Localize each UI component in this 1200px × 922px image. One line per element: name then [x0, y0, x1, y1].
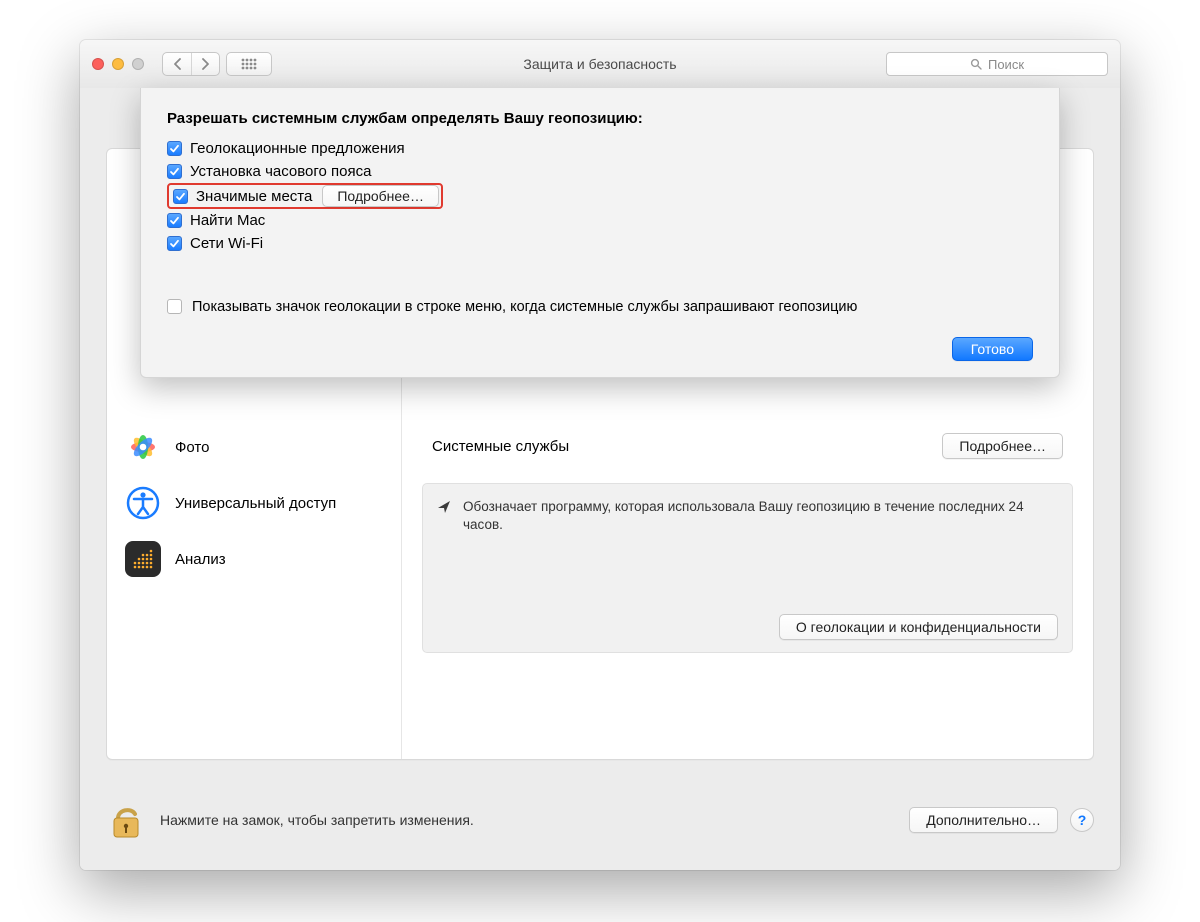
lock-footer: Нажмите на замок, чтобы запретить измене…	[106, 790, 1094, 850]
close-window-icon[interactable]	[92, 58, 104, 70]
service-row-time-zone[interactable]: Установка часового пояса	[167, 160, 1033, 183]
photos-icon	[125, 429, 161, 465]
sheet-heading: Разрешать системным службам определять В…	[167, 110, 1033, 127]
search-placeholder: Поиск	[988, 57, 1024, 72]
zoom-window-icon[interactable]	[132, 58, 144, 70]
show-location-icon-row[interactable]: Показывать значок геолокации в строке ме…	[167, 299, 1033, 315]
checkbox-checked-icon[interactable]	[167, 213, 182, 228]
sidebar-item-label: Фото	[175, 439, 209, 456]
window-controls	[92, 58, 144, 70]
checkbox-checked-icon[interactable]	[173, 189, 188, 204]
service-label: Установка часового пояса	[190, 163, 371, 180]
highlighted-significant-locations: Значимые места Подробнее…	[167, 183, 443, 209]
service-label: Сети Wi-Fi	[190, 235, 263, 252]
help-button[interactable]: ?	[1070, 808, 1094, 832]
back-forward-segment	[162, 52, 220, 76]
sidebar-item-analytics[interactable]: Анализ	[107, 531, 401, 587]
accessibility-icon	[125, 485, 161, 521]
toolbar-nav	[162, 52, 272, 76]
minimize-window-icon[interactable]	[112, 58, 124, 70]
sidebar-item-accessibility[interactable]: Универсальный доступ	[107, 475, 401, 531]
show-location-icon-label: Показывать значок геолокации в строке ме…	[192, 299, 857, 315]
show-all-button[interactable]	[226, 52, 272, 76]
service-row-location-based-suggestions[interactable]: Геолокационные предложения	[167, 137, 1033, 160]
system-services-details-button[interactable]: Подробнее…	[942, 433, 1063, 459]
titlebar: Защита и безопасность Поиск	[80, 40, 1120, 89]
about-location-privacy-button[interactable]: О геолокации и конфиденциальности	[779, 614, 1058, 640]
checkbox-checked-icon[interactable]	[167, 164, 182, 179]
service-row-wifi-networking[interactable]: Сети Wi-Fi	[167, 232, 1033, 255]
chevron-left-icon	[173, 58, 182, 70]
system-services-label: Системные службы	[432, 438, 569, 455]
search-input[interactable]: Поиск	[886, 52, 1108, 76]
advanced-button[interactable]: Дополнительно…	[909, 807, 1058, 833]
forward-button[interactable]	[191, 53, 219, 75]
lock-icon[interactable]	[106, 800, 146, 840]
lock-text: Нажмите на замок, чтобы запретить измене…	[160, 812, 474, 828]
grid-icon	[241, 58, 257, 70]
service-label: Геолокационные предложения	[190, 140, 405, 157]
system-services-sheet: Разрешать системным службам определять В…	[140, 88, 1060, 378]
back-button[interactable]	[163, 53, 191, 75]
system-services-row: Системные службы Подробнее…	[422, 419, 1073, 473]
checkbox-unchecked-icon[interactable]	[167, 299, 182, 314]
service-row-find-my-mac[interactable]: Найти Mac	[167, 209, 1033, 232]
search-icon	[970, 58, 982, 70]
service-label: Значимые места	[196, 188, 312, 205]
preferences-window: Защита и безопасность Поиск	[80, 40, 1120, 870]
checkbox-checked-icon[interactable]	[167, 236, 182, 251]
significant-locations-details-button[interactable]: Подробнее…	[322, 185, 439, 207]
sidebar-item-label: Универсальный доступ	[175, 495, 336, 512]
checkbox-checked-icon[interactable]	[167, 141, 182, 156]
done-button[interactable]: Готово	[952, 337, 1033, 361]
recent-location-note: Обозначает программу, которая использова…	[422, 483, 1073, 653]
service-label: Найти Mac	[190, 212, 265, 229]
sidebar-item-label: Анализ	[175, 551, 226, 568]
location-arrow-icon	[437, 500, 451, 514]
sidebar-item-photos[interactable]: Фото	[107, 419, 401, 475]
chevron-right-icon	[201, 58, 210, 70]
note-text: Обозначает программу, которая использова…	[463, 498, 1058, 534]
analytics-icon	[125, 541, 161, 577]
service-row-significant-locations[interactable]: Значимые места	[171, 186, 316, 207]
